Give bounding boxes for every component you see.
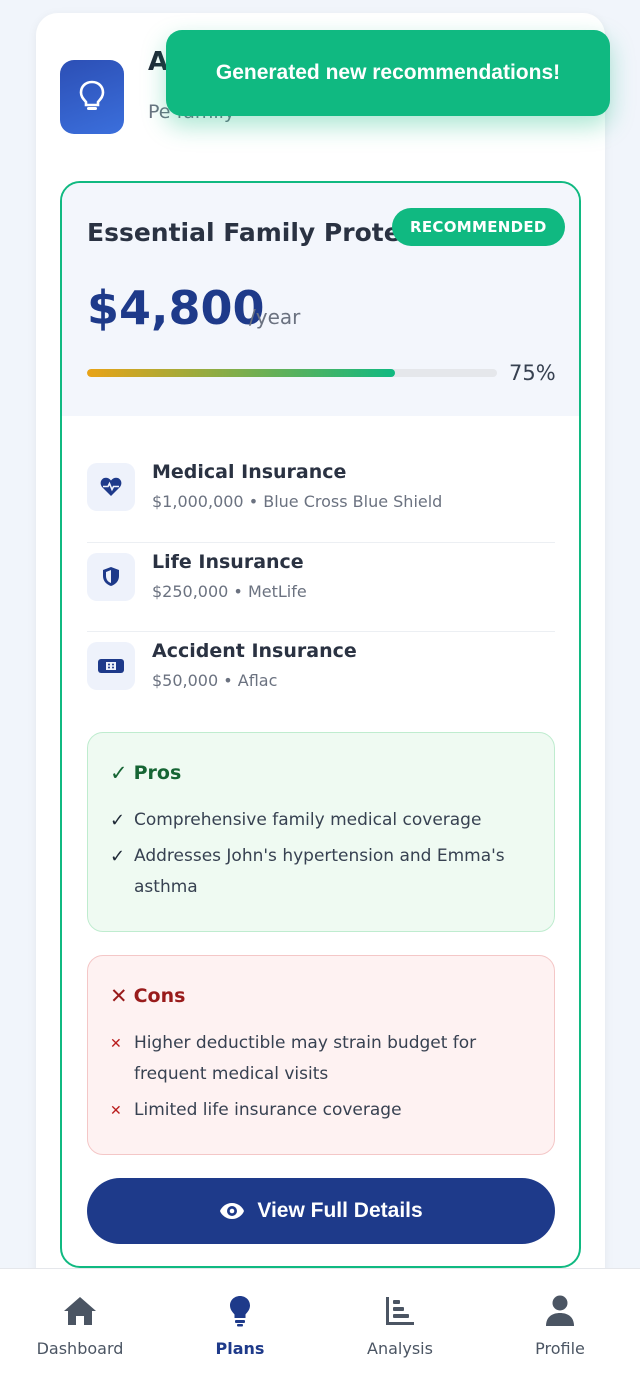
eye-icon	[220, 1203, 245, 1219]
nav-item-dashboard[interactable]: Dashboard	[0, 1269, 160, 1387]
nav-label: Dashboard	[36, 1339, 124, 1358]
check-icon: ✓	[110, 846, 126, 867]
bottom-nav: Dashboard Plans Analysis Profile	[0, 1268, 640, 1387]
home-icon	[64, 1297, 96, 1325]
check-icon: ✓	[110, 810, 126, 831]
list-item: ✕ Limited life insurance coverage	[110, 1095, 532, 1127]
view-full-details-button[interactable]: View Full Details	[87, 1178, 555, 1244]
nav-item-plans[interactable]: Plans	[160, 1269, 320, 1387]
list-item: Medical Insurance $1,000,000 • Blue Cros…	[87, 453, 555, 543]
cons-title: Cons	[133, 985, 186, 1007]
plan-name: Essential Family Protec	[87, 218, 416, 247]
coverage-list: Medical Insurance $1,000,000 • Blue Cros…	[87, 453, 555, 722]
bandage-icon	[87, 642, 135, 690]
nav-item-profile[interactable]: Profile	[480, 1269, 640, 1387]
x-icon: ✕	[110, 1036, 122, 1052]
pros-heading: ✓ Pros	[110, 761, 532, 785]
pros-list: ✓ Comprehensive family medical coverage …	[110, 805, 532, 903]
heart-pulse-icon	[87, 463, 135, 511]
recommendations-card: A Pe family Essential Family Protec RECO…	[36, 13, 605, 1313]
lightbulb-icon	[230, 1296, 250, 1327]
lightbulb-icon	[60, 60, 124, 134]
x-icon: ✕	[110, 1103, 122, 1119]
list-item: ✕ Higher deductible may strain budget fo…	[110, 1028, 532, 1090]
plan-card[interactable]: Essential Family Protec RECOMMENDED $4,8…	[60, 181, 581, 1268]
nav-label: Plans	[215, 1339, 265, 1358]
nav-item-analysis[interactable]: Analysis	[320, 1269, 480, 1387]
cons-heading: ✕ Cons	[110, 984, 532, 1008]
x-icon: ✕	[110, 984, 128, 1008]
con-text: Higher deductible may strain budget for …	[134, 1033, 477, 1084]
coverage-title: Medical Insurance	[152, 461, 347, 483]
pros-title: Pros	[133, 762, 182, 784]
match-progress-fill	[87, 369, 395, 377]
list-item: Accident Insurance $50,000 • Aflac	[87, 632, 555, 722]
recommended-badge: RECOMMENDED	[392, 208, 565, 246]
nav-label: Analysis	[367, 1339, 433, 1358]
list-item: ✓ Addresses John's hypertension and Emma…	[110, 841, 532, 903]
coverage-meta: $50,000 • Aflac	[152, 671, 278, 690]
list-item: ✓ Comprehensive family medical coverage	[110, 805, 532, 836]
toast-message: Generated new recommendations!	[215, 61, 561, 84]
view-full-details-label: View Full Details	[257, 1199, 423, 1222]
nav-label: Profile	[535, 1339, 585, 1358]
match-progress-bar	[87, 369, 497, 377]
price-period: /year	[249, 305, 301, 329]
pros-box: ✓ Pros ✓ Comprehensive family medical co…	[87, 732, 555, 932]
coverage-title: Accident Insurance	[152, 640, 357, 662]
con-text: Limited life insurance coverage	[134, 1100, 402, 1120]
pro-text: Addresses John's hypertension and Emma's…	[134, 846, 505, 897]
coverage-title: Life Insurance	[152, 550, 304, 573]
coverage-meta: $250,000 • MetLife	[152, 581, 307, 601]
bar-chart-icon	[386, 1297, 414, 1325]
plan-price: $4,800	[87, 281, 265, 335]
match-percent: 75%	[509, 361, 556, 385]
cons-box: ✕ Cons ✕ Higher deductible may strain bu…	[87, 955, 555, 1155]
check-icon: ✓	[110, 761, 128, 785]
cons-list: ✕ Higher deductible may strain budget fo…	[110, 1028, 532, 1127]
shield-icon	[87, 552, 135, 601]
coverage-meta: $1,000,000 • Blue Cross Blue Shield	[152, 492, 443, 511]
pro-text: Comprehensive family medical coverage	[134, 810, 482, 830]
user-icon	[546, 1295, 574, 1326]
list-item: Life Insurance $250,000 • MetLife	[87, 543, 555, 632]
toast-notification: Generated new recommendations!	[166, 30, 610, 116]
